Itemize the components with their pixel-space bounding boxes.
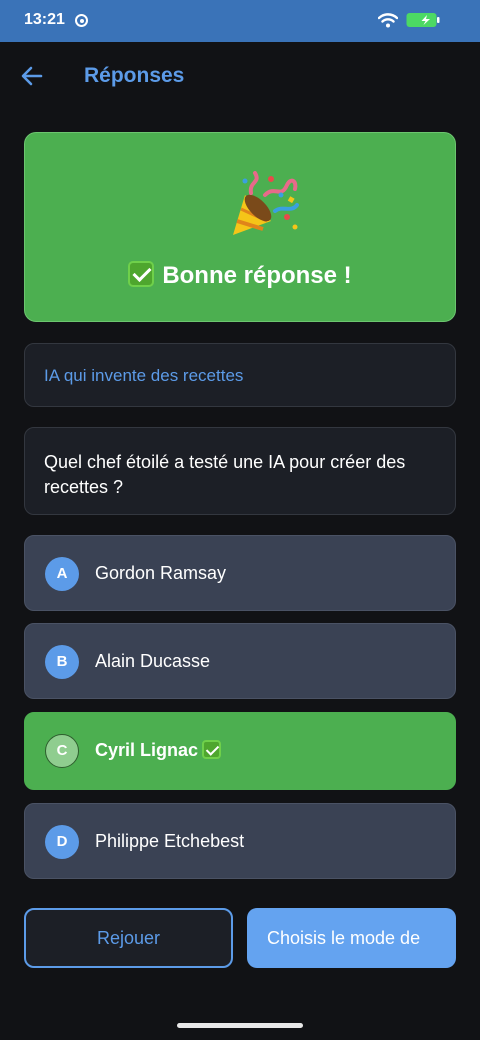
option-c-correct[interactable]: C Cyril Lignac bbox=[24, 712, 456, 790]
battery-icon bbox=[406, 13, 440, 27]
option-b[interactable]: B Alain Ducasse bbox=[24, 623, 456, 699]
option-letter-badge: B bbox=[45, 645, 79, 679]
topic-label: IA qui invente des recettes bbox=[44, 366, 244, 385]
party-popper-icon bbox=[233, 171, 299, 235]
option-letter-badge: D bbox=[45, 825, 79, 859]
topic-card: IA qui invente des recettes bbox=[24, 343, 456, 407]
option-label-text: Cyril Lignac bbox=[95, 740, 199, 760]
option-a[interactable]: A Gordon Ramsay bbox=[24, 535, 456, 611]
wifi-icon bbox=[378, 13, 398, 28]
option-label-correct: Cyril Lignac bbox=[95, 740, 222, 761]
choose-mode-button[interactable]: Choisis le mode de bbox=[247, 908, 456, 968]
question-text: Quel chef étoilé a testé une IA pour cré… bbox=[44, 452, 406, 497]
option-letter-badge: A bbox=[45, 557, 79, 591]
check-mark-icon bbox=[128, 261, 155, 287]
result-message: Bonne réponse ! bbox=[25, 261, 455, 290]
check-mark-icon bbox=[202, 740, 222, 759]
option-letter-badge: C bbox=[45, 734, 79, 768]
option-d[interactable]: D Philippe Etchebest bbox=[24, 803, 456, 879]
option-label: Alain Ducasse bbox=[95, 651, 211, 671]
home-indicator[interactable] bbox=[177, 1023, 303, 1028]
top-app-bar: Réponses bbox=[0, 42, 480, 112]
question-card: Quel chef étoilé a testé une IA pour cré… bbox=[24, 427, 456, 515]
status-bar: 13:21 bbox=[0, 0, 480, 42]
replay-button[interactable]: Rejouer bbox=[24, 908, 233, 968]
notification-dot-icon bbox=[75, 14, 88, 27]
back-arrow-icon[interactable] bbox=[20, 64, 44, 88]
option-label: Gordon Ramsay bbox=[95, 563, 227, 583]
result-banner: Bonne réponse ! bbox=[24, 132, 456, 322]
page-title: Réponses bbox=[84, 64, 185, 87]
result-message-text: Bonne réponse ! bbox=[162, 262, 352, 289]
status-time: 13:21 bbox=[24, 11, 65, 28]
option-label: Philippe Etchebest bbox=[95, 831, 245, 851]
